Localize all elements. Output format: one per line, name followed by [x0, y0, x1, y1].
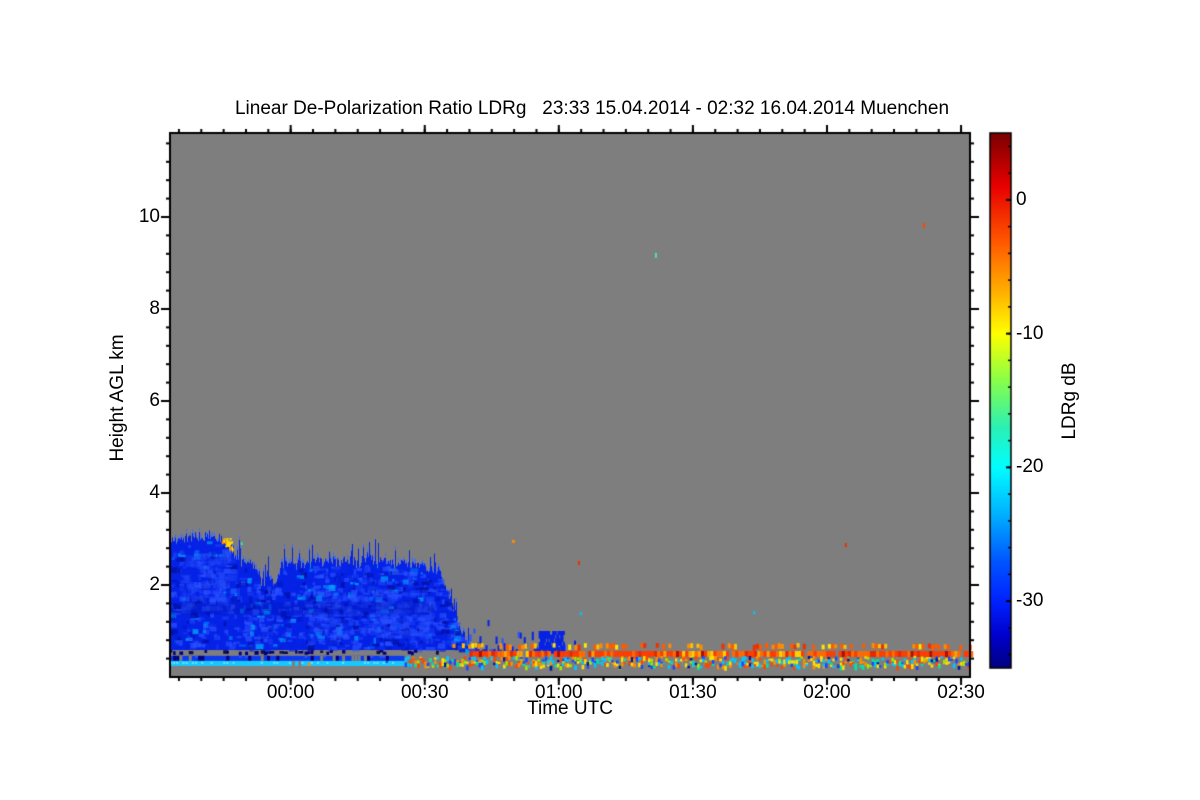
x-tick-label: 02:00	[803, 682, 851, 703]
x-tick-label: 00:00	[266, 682, 315, 703]
ldr-quicklook-window: Linear De-Polarization Ratio LDRg 23:33 …	[0, 0, 1200, 800]
x-tick-label: 00:30	[400, 682, 449, 703]
colorbar-title: LDRg dB	[1059, 362, 1080, 440]
x-tick-label: 01:30	[669, 682, 717, 703]
y-tick-label: 4	[149, 482, 160, 503]
y-tick-label: 6	[149, 390, 160, 411]
x-tick-label: 01:00	[535, 682, 583, 703]
colorbar-tick-label: -20	[1016, 456, 1044, 478]
y-tick-label: 8	[149, 298, 160, 319]
y-tick-label: 10	[138, 206, 160, 227]
heatmap-canvas	[0, 0, 1200, 800]
x-tick-label: 02:30	[937, 682, 985, 703]
colorbar-tick-label: -30	[1016, 590, 1044, 612]
colorbar-tick-label: 0	[1016, 188, 1027, 210]
y-tick-label: 2	[149, 574, 160, 595]
colorbar-tick-label: -10	[1016, 322, 1044, 344]
chart-title: Linear De-Polarization Ratio LDRg 23:33 …	[234, 98, 950, 119]
